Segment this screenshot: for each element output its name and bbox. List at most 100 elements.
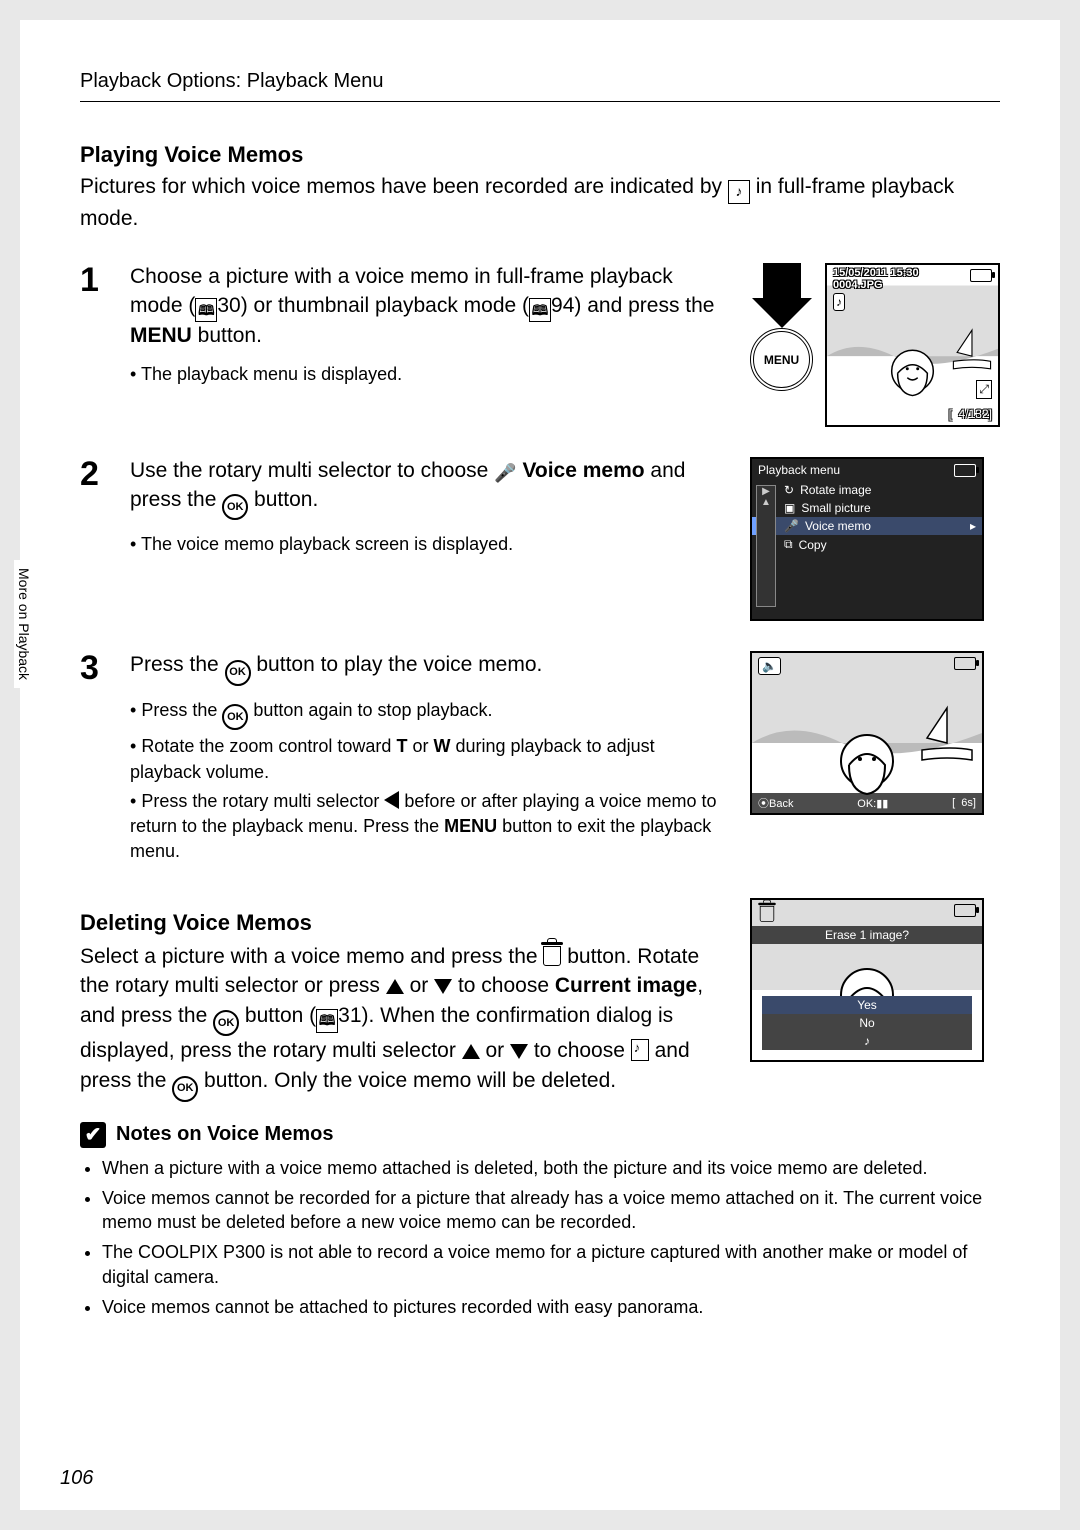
b2a: Rotate the zoom control toward [141,736,396,756]
press-menu-diagram: MENU [750,263,813,391]
up-arrow-icon [462,1044,480,1059]
menu-item-copy: ⧉ Copy [752,535,982,554]
menu-item-small: ▣ Small picture [752,499,982,517]
lcd-bottom-bar: ⦿Back OK:▮▮ [ 6s] [752,793,982,813]
lcd-file: 0004.JPG [833,279,919,291]
note-item: When a picture with a voice memo attache… [102,1156,1000,1180]
lcd-menu-side-tab: ▶▲ [756,485,776,607]
lcd-back-label: Back [769,798,793,810]
menu-item-small-label: Small picture [801,501,870,515]
lcd-menu-title-row: Playback menu [752,459,982,481]
step3-text-a: Press the [130,653,225,676]
menu-button-icon: MENU [750,328,813,391]
menu-item-rotate-label: Rotate image [800,483,871,497]
notes-title: Notes on Voice Memos [116,1123,333,1146]
breadcrumb: Playback Options: Playback Menu [80,70,1000,93]
step-2-number: 2 [80,457,110,621]
voice-memo-badge-icon: ♪ [833,293,845,311]
step-3-number: 3 [80,651,110,868]
lcd-playback-menu: Playback menu ▶▲ ↻ Rotate image ▣ Small pi… [750,457,984,621]
b1a: Press the [141,700,222,720]
ok-pause-icon: OK:▮▮ [857,797,888,810]
step1-text-b: ) or thumbnail playback mode ( [241,294,529,317]
erase-memo-icon-row: ♪ [762,1032,972,1050]
del-k: button. Only the voice memo will be dele… [198,1069,616,1092]
erase-options: Yes No ♪ [762,996,972,1050]
ok-button-icon: OK [222,494,248,520]
menu-word: MENU [130,324,192,347]
lcd-voice-playback: 🔈 ⦿Back OK:▮▮ [ 6s] [750,651,984,815]
current-image-strong: Current image [555,974,697,997]
section-deleting-title: Deleting Voice Memos [80,908,730,938]
zoom-t: T [396,736,407,756]
notes-header: ✔ Notes on Voice Memos [80,1122,1000,1148]
manual-ref-icon: 🕮 [195,298,217,322]
lcd-date: 15/05/2011 15:30 [833,267,919,279]
ok-button-icon: OK [225,660,251,686]
side-tab: More on Playback [14,560,34,688]
b2mid: or [407,736,433,756]
battery-icon [954,464,976,477]
lcd-fullframe-preview: 15/05/2011 15:30 0004.JPG ♪ ⤢ [ 4/132] [825,263,1000,427]
rotate-icon: ↻ [784,483,794,497]
note-item: Voice memos cannot be attached to pictur… [102,1295,1000,1319]
battery-icon [970,269,992,285]
step1-text-d: button. [192,324,262,347]
step2-text-d: button. [248,488,318,511]
check-box-icon: ✔ [80,1122,106,1148]
battery-icon [954,657,976,673]
up-arrow-icon [386,979,404,994]
lcd-counter: [ 4/132] [949,407,992,421]
microphone-icon: 🎤 [784,519,799,533]
trash-small-icon [758,904,776,924]
b3a: Press the rotary multi selector [141,791,384,811]
intro-pre: Pictures for which voice memos have been… [80,175,728,198]
section-deleting-para: Select a picture with a voice memo and p… [80,942,730,1102]
erase-yes: Yes [762,996,972,1014]
step1-text-c: ) and press the [574,294,714,317]
del-d: to choose [452,974,555,997]
step1-bullet: The playback menu is displayed. [130,362,730,387]
menu-item-voice-memo: 🎤 Voice memo ▸ [752,517,982,535]
manual-ref-icon: 🕮 [316,1009,338,1033]
step2-voicememo-strong: Voice memo [522,459,644,482]
lcd-menu-title: Playback menu [758,463,840,477]
ok-button-icon: OK [213,1010,239,1036]
manual-ref-icon: 🕮 [529,298,551,322]
b1b: button again to stop playback. [248,700,492,720]
notes-list: When a picture with a voice memo attache… [80,1156,1000,1320]
chevron-right-icon: ▸ [970,519,976,533]
speaker-icon: 🔈 [758,657,781,675]
step2-text-a: Use the rotary multi selector to choose [130,459,494,482]
battery-icon [954,904,976,920]
header-rule [80,101,1000,102]
menu-word: MENU [444,816,497,836]
del-h: or [480,1039,510,1062]
note-item: Voice memos cannot be recorded for a pic… [102,1186,1000,1235]
del-c: or [404,974,434,997]
step2-bullet: The voice memo playback screen is displa… [130,532,730,557]
ok-button-icon: OK [172,1076,198,1102]
step-1-number: 1 [80,263,110,427]
down-arrow-icon [434,979,452,994]
erase-no: No [762,1014,972,1032]
copy-icon: ⧉ [784,537,793,552]
section-playing-intro: Pictures for which voice memos have been… [80,172,1000,233]
lcd-erase-dialog: Erase 1 image? Yes No ♪ [750,898,984,1062]
trash-icon [543,946,561,966]
memo-note-icon [631,1039,649,1061]
step3-bullet-3: Press the rotary multi selector before o… [130,789,730,865]
del-f: button ( [239,1004,316,1027]
erase-prompt: Erase 1 image? [752,926,982,944]
menu-item-copy-label: Copy [799,538,827,552]
section-playing-title: Playing Voice Memos [80,142,1000,168]
small-picture-icon: ▣ [784,501,795,515]
down-arrow-icon [510,1044,528,1059]
arrow-down-icon [763,263,801,298]
zoom-icon: ⤢ [976,380,992,399]
step3-bullet-1: Press the OK button again to stop playba… [130,698,730,731]
lcd-date-file: 15/05/2011 15:30 0004.JPG [833,267,919,291]
step3-text-b: button to play the voice memo. [251,653,543,676]
menu-item-voice-label: Voice memo [805,519,871,533]
ok-button-icon: OK [222,704,248,730]
